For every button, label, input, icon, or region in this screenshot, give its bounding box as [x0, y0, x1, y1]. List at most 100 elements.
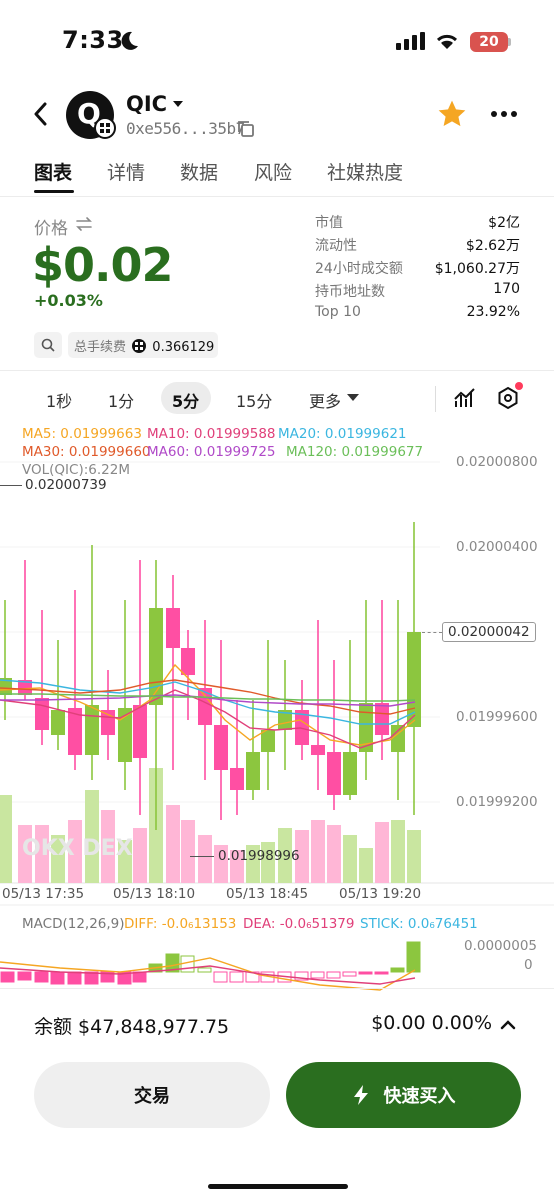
candles: [0, 522, 421, 830]
legend-ma60: MA60: 0.01999725: [147, 444, 276, 460]
stat-label-top10: Top 10: [315, 304, 361, 320]
price-label: 价格: [34, 219, 68, 239]
x-tick-3: 05/13 18:45: [226, 886, 309, 902]
timeframe-15m[interactable]: 15分: [236, 388, 272, 412]
macd-bar: [17, 971, 32, 981]
timeframe-5m[interactable]: 5分: [172, 388, 199, 412]
token-name[interactable]: QIC: [126, 92, 167, 116]
candle-body: [214, 725, 228, 770]
y-tick-1: 0.02000800: [456, 454, 538, 470]
toolbar-separator: [435, 386, 436, 412]
stat-value-volume: $1,060.27万: [434, 261, 520, 277]
tabs-divider: [0, 196, 554, 197]
tab-details[interactable]: 详情: [107, 158, 145, 185]
legend-ma30: MA30: 0.01999660: [22, 444, 151, 460]
macd-y-tick-2: 0: [524, 957, 533, 973]
caret-down-icon[interactable]: [172, 99, 184, 109]
volume-bar: [198, 835, 212, 883]
macd-bar: [34, 971, 49, 983]
tab-risk[interactable]: 风险: [254, 158, 292, 185]
tab-chart[interactable]: 图表: [34, 158, 72, 185]
y-tick-4: 0.01999200: [456, 794, 538, 810]
home-indicator: [208, 1184, 348, 1189]
fee-value: 0.366129: [152, 340, 215, 355]
stat-value-mcap: $2亿: [488, 215, 520, 231]
current-price-tag: 0.02000042: [442, 622, 536, 642]
high-marker-line: [0, 485, 22, 486]
volume-bar: [391, 820, 405, 883]
legend-ma20: MA20: 0.01999621: [278, 426, 407, 442]
candle-body: [230, 768, 244, 790]
macd-bar: [390, 967, 405, 973]
swap-icon[interactable]: [75, 216, 93, 232]
lightning-icon: [353, 1085, 368, 1105]
search-button[interactable]: [34, 332, 62, 358]
price-value: $0.02: [32, 238, 174, 292]
legend-volume: VOL(QIC):6.22M: [22, 462, 130, 478]
legend-ma10: MA10: 0.01999588: [147, 426, 276, 442]
candle-body: [343, 752, 357, 795]
macd-stick: STICK: 0.0₆76451: [360, 916, 478, 932]
indicator-chart-icon[interactable]: [453, 386, 477, 410]
macd-bar: [0, 971, 15, 983]
volume-bar: [359, 848, 373, 883]
more-options-icon[interactable]: [490, 110, 518, 118]
candle-body: [101, 710, 115, 735]
battery-indicator: 20: [470, 32, 508, 52]
stat-label-mcap: 市值: [315, 215, 343, 231]
trade-button[interactable]: 交易: [34, 1062, 270, 1128]
high-marker-label: 0.02000739: [25, 477, 107, 493]
candle-body: [181, 648, 195, 675]
macd-title: MACD(12,26,9): [22, 916, 125, 932]
chevron-up-icon[interactable]: [500, 1018, 516, 1030]
chain-badge-icon: [94, 117, 116, 139]
candle-body: [261, 730, 275, 752]
trade-label: 交易: [134, 1086, 170, 1107]
copy-icon[interactable]: [236, 119, 256, 139]
macd-dea: DEA: -0.0₆51379: [243, 916, 355, 932]
volume-bar: [311, 820, 325, 883]
legend-ma120: MA120: 0.01999677: [286, 444, 424, 460]
pnl-value[interactable]: $0.00 0.00%: [371, 1012, 492, 1034]
low-marker-line: [190, 856, 214, 857]
macd-bar: [213, 971, 228, 983]
candle-body: [133, 705, 147, 758]
current-price-line: [422, 632, 442, 633]
status-time: 7:33: [62, 26, 124, 54]
stat-value-liquidity: $2.62万: [465, 238, 520, 254]
quick-buy-button[interactable]: 快速买入: [286, 1062, 521, 1128]
okx-coin-icon: [132, 339, 147, 353]
volume-bar: [166, 805, 180, 883]
y-tick-3: 0.01999600: [456, 709, 538, 725]
volume-bar: [0, 795, 12, 883]
price-change: +0.03%: [34, 291, 103, 310]
macd-bar: [342, 971, 357, 977]
macd-bar: [229, 971, 244, 983]
section-divider: [0, 370, 554, 371]
timeframe-1m[interactable]: 1分: [108, 388, 134, 412]
macd-bars: [0, 941, 421, 991]
footer-divider: [0, 988, 554, 989]
stat-label-holders: 持币地址数: [315, 284, 385, 300]
macd-bar: [406, 941, 421, 973]
balance: 余额 $47,848,977.75: [34, 1016, 230, 1038]
search-icon: [41, 338, 55, 352]
candle-body: [166, 608, 180, 648]
back-arrow-icon[interactable]: [32, 102, 50, 126]
star-icon[interactable]: [436, 98, 468, 130]
volume-bar: [133, 828, 147, 883]
active-tab-indicator: [34, 190, 74, 193]
fee-chip[interactable]: 总手续费 0.366129: [68, 332, 218, 358]
x-tick-4: 05/13 19:20: [339, 886, 422, 902]
tab-data[interactable]: 数据: [180, 158, 218, 185]
caret-down-icon[interactable]: [347, 394, 359, 402]
timeframe-more[interactable]: 更多: [309, 388, 341, 412]
tab-social[interactable]: 社媒热度: [327, 158, 403, 185]
candle-body: [35, 698, 49, 730]
battery-tip: [508, 38, 511, 46]
signal-icon: [396, 32, 425, 50]
macd-y-tick-1: 0.0000005: [464, 938, 538, 954]
volume-bar: [407, 830, 421, 883]
timeframe-1s[interactable]: 1秒: [46, 388, 72, 412]
macd-bar: [67, 971, 82, 985]
